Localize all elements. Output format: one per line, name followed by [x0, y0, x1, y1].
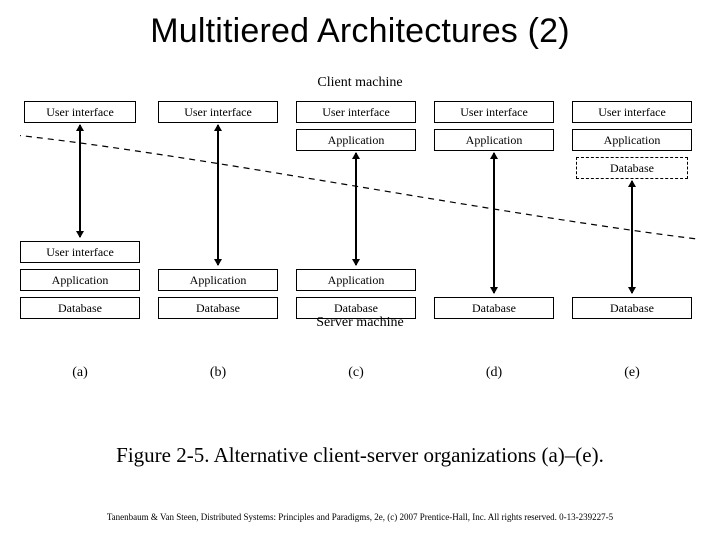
box-ui-client: User interface	[434, 101, 554, 123]
box-db-client: Database	[576, 157, 688, 179]
box-app-client: Application	[434, 129, 554, 151]
server-machine-label: Server machine	[20, 315, 700, 331]
box-ui-client: User interface	[572, 101, 692, 123]
architecture-diagram: Client machine User interface User inter…	[20, 75, 700, 385]
box-ui-client: User interface	[158, 101, 278, 123]
figure-caption: Figure 2-5. Alternative client-server or…	[0, 443, 720, 468]
copyright-footer: Tanenbaum & Van Steen, Distributed Syste…	[0, 512, 720, 522]
column-label: (a)	[20, 365, 140, 381]
client-machine-label: Client machine	[20, 75, 700, 91]
slide-title: Multitiered Architectures (2)	[0, 12, 720, 51]
arrow-icon	[631, 181, 633, 293]
box-ui-server: User interface	[20, 241, 140, 263]
arrow-icon	[493, 153, 495, 293]
column-label: (d)	[434, 365, 554, 381]
box-app-client: Application	[572, 129, 692, 151]
box-ui-client: User interface	[24, 101, 136, 123]
column-label: (b)	[158, 365, 278, 381]
arrow-icon	[355, 153, 357, 265]
column-label: (c)	[296, 365, 416, 381]
arrow-icon	[217, 125, 219, 265]
box-app-server: Application	[20, 269, 140, 291]
box-ui-client: User interface	[296, 101, 416, 123]
column-label: (e)	[572, 365, 692, 381]
arrow-icon	[79, 125, 81, 237]
box-app-server: Application	[296, 269, 416, 291]
box-app-server: Application	[158, 269, 278, 291]
box-app-client: Application	[296, 129, 416, 151]
